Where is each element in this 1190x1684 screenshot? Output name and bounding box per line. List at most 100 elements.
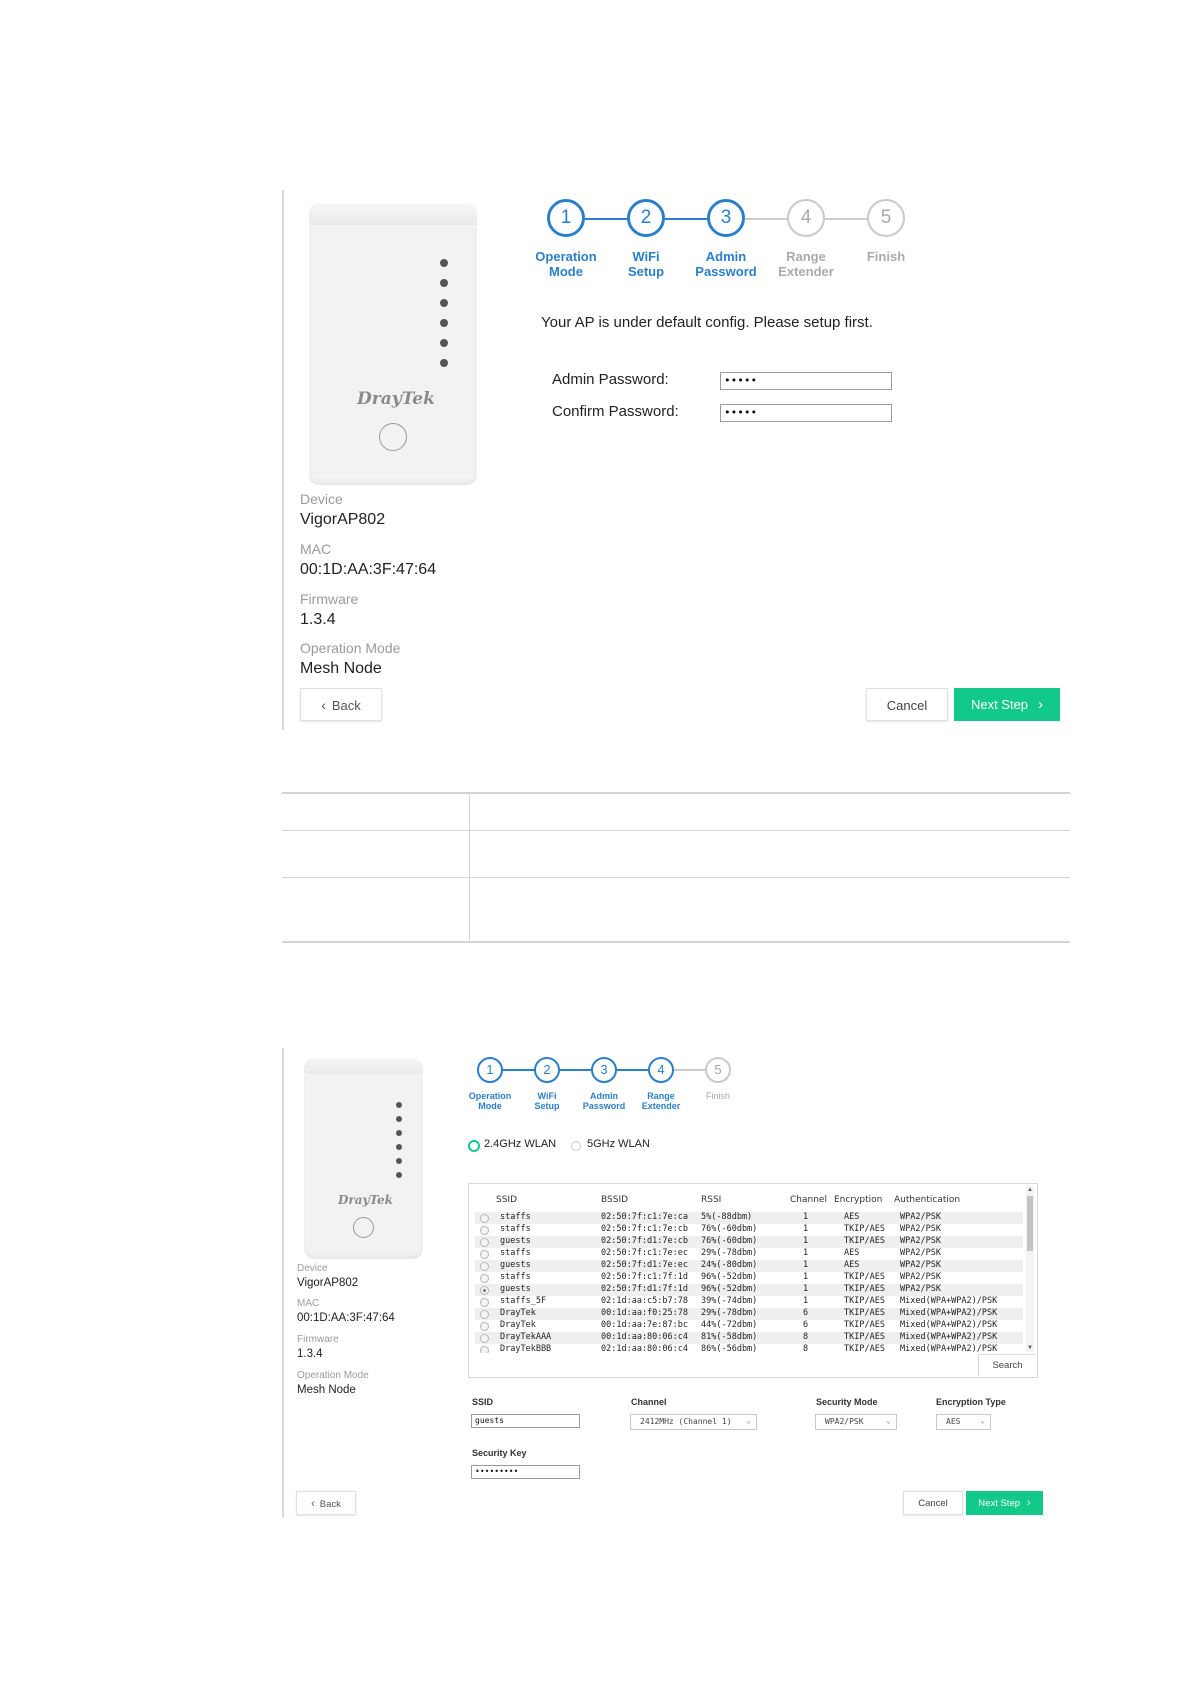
row-authentication: WPA2/PSK (900, 1284, 941, 1294)
row-rssi: 76%(-60dbm) (701, 1236, 758, 1246)
row-authentication: WPA2/PSK (900, 1236, 941, 1246)
row-authentication: Mixed(WPA+WPA2)/PSK (900, 1344, 998, 1353)
step-3-circle: 3 (591, 1057, 617, 1083)
device-image: DrayTek (304, 1058, 423, 1259)
row-encryption: TKIP/AES (844, 1272, 885, 1282)
row-ssid: staffs (500, 1248, 531, 1258)
device-label: Device (297, 1263, 328, 1274)
row-radio[interactable] (480, 1250, 489, 1259)
table-row[interactable]: guests 02:50:7f:d1:7e:cb 76%(-60dbm) 1 TKIP/… (475, 1236, 1023, 1248)
back-button[interactable]: ‹ Back (296, 1491, 356, 1515)
row-radio[interactable] (480, 1238, 489, 1247)
step-label-line: Finish (705, 1091, 730, 1101)
scroll-up-icon[interactable]: ▲ (1026, 1186, 1034, 1194)
table-row[interactable]: guests 02:50:7f:d1:7f:1d 96%(-52dbm) 1 TKIP/… (475, 1284, 1023, 1296)
row-radio[interactable] (480, 1346, 489, 1353)
cancel-button[interactable]: Cancel (866, 688, 948, 721)
row-radio[interactable] (480, 1334, 489, 1343)
step-label-line: Mode (478, 1101, 502, 1112)
row-encryption: TKIP/AES (844, 1320, 885, 1330)
step-label-line: Password (582, 1101, 626, 1112)
firmware-label: Firmware (297, 1334, 339, 1345)
row-authentication: Mixed(WPA+WPA2)/PSK (900, 1320, 998, 1330)
row-bssid: 02:50:7f:c1:7e:ca (601, 1212, 688, 1222)
table-row[interactable]: staffs 02:50:7f:c1:7f:1d 96%(-52dbm) 1 TKIP/… (475, 1272, 1023, 1284)
step-2-label: WiFi Setup (601, 249, 691, 280)
mac-value: 00:1D:AA:3F:47:64 (300, 561, 437, 578)
search-button[interactable]: Search (978, 1354, 1036, 1376)
led-dot (440, 299, 448, 307)
step-5-circle: 5 (867, 199, 905, 237)
row-encryption: TKIP/AES (844, 1344, 885, 1353)
draytek-logo: DrayTek (357, 389, 435, 409)
wps-button-icon (379, 423, 407, 451)
step-2-circle: 2 (627, 199, 665, 237)
operation-mode-label: Operation Mode (300, 640, 401, 656)
row-rssi: 96%(-52dbm) (701, 1284, 758, 1294)
row-radio[interactable] (480, 1274, 489, 1283)
row-bssid: 02:50:7f:c1:7e:cb (601, 1224, 688, 1234)
band-24ghz-radio[interactable] (468, 1140, 480, 1152)
row-radio[interactable] (480, 1310, 489, 1319)
scroll-thumb[interactable] (1027, 1196, 1033, 1251)
row-rssi: 96%(-52dbm) (701, 1272, 758, 1282)
next-step-button[interactable]: Next Step › (954, 688, 1060, 721)
chevron-left-icon: ‹ (321, 697, 326, 713)
row-radio[interactable] (480, 1286, 489, 1295)
confirm-password-field[interactable]: ••••• (720, 404, 892, 422)
table-row[interactable]: DrayTek 00:1d:aa:7e:87:bc 44%(-72dbm) 6 TKIP… (475, 1320, 1023, 1332)
row-authentication: Mixed(WPA+WPA2)/PSK (900, 1296, 998, 1306)
firmware-value: 1.3.4 (297, 1348, 323, 1360)
row-bssid: 02:1d:aa:80:06:c4 (601, 1344, 688, 1353)
step-label-line: Range (647, 1091, 675, 1101)
row-radio[interactable] (480, 1262, 489, 1271)
row-radio[interactable] (480, 1226, 489, 1235)
row-ssid: staffs (500, 1224, 531, 1234)
admin-password-field[interactable]: ••••• (720, 372, 892, 390)
encryption-type-select[interactable]: AES ⌄ (936, 1414, 991, 1430)
device-value: VigorAP802 (297, 1277, 359, 1289)
table-row[interactable]: staffs 02:50:7f:c1:7e:ec 29%(-78dbm) 1 AES WP… (475, 1248, 1023, 1260)
device-top (309, 203, 477, 225)
encryption-type-value: AES (946, 1417, 961, 1426)
table-row[interactable]: DrayTek 00:1d:aa:f0:25:78 29%(-78dbm) 6 TKIP… (475, 1308, 1023, 1320)
table-row[interactable]: guests 02:50:7f:d1:7e:ec 24%(-80dbm) 1 AES WP… (475, 1260, 1023, 1272)
table-row[interactable]: DrayTekBBB 02:1d:aa:80:06:c4 86%(-56dbm) 8 T… (475, 1344, 1023, 1353)
row-bssid: 02:50:7f:d1:7e:ec (601, 1260, 688, 1270)
row-radio[interactable] (480, 1322, 489, 1331)
table-bottom-rule (282, 941, 1070, 943)
table-row[interactable]: DrayTekAAA 00:1d:aa:80:06:c4 81%(-58dbm) 8 T… (475, 1332, 1023, 1344)
table-row[interactable]: staffs 02:50:7f:c1:7e:cb 76%(-60dbm) 1 TKIP/… (475, 1224, 1023, 1236)
led-dot (396, 1116, 402, 1122)
back-button[interactable]: ‹ Back (300, 688, 382, 721)
step-3-circle: 3 (707, 199, 745, 237)
security-mode-select[interactable]: WPA2/PSK ⌄ (815, 1414, 897, 1430)
list-scrollbar[interactable]: ▲ ▼ (1026, 1186, 1034, 1352)
step-1-circle: 1 (477, 1057, 503, 1083)
table-row[interactable]: staffs_5F 02:1d:aa:c5:b7:78 39%(-74dbm) 1 TK… (475, 1296, 1023, 1308)
security-key-field[interactable]: ••••••••• (471, 1465, 580, 1479)
step-1-circle: 1 (547, 199, 585, 237)
step-4-label: Range Extender (761, 249, 851, 280)
row-authentication: WPA2/PSK (900, 1260, 941, 1270)
draytek-logo: DrayTek (338, 1193, 393, 1207)
step-label-line: Admin (590, 1091, 618, 1101)
row-encryption: TKIP/AES (844, 1332, 885, 1342)
ssid-field[interactable]: guests (471, 1414, 580, 1428)
channel-select[interactable]: 2412MHz (Channel 1) ⌄ (630, 1414, 757, 1430)
row-channel: 1 (803, 1224, 809, 1234)
scroll-down-icon[interactable]: ▼ (1026, 1344, 1034, 1352)
row-radio[interactable] (480, 1298, 489, 1307)
table-column-divider (469, 794, 470, 941)
cancel-button[interactable]: Cancel (903, 1491, 963, 1515)
row-rssi: 86%(-56dbm) (701, 1344, 758, 1353)
step-connector (501, 1069, 535, 1071)
step-label-line: Password (695, 263, 757, 279)
row-bssid: 02:50:7f:d1:7f:1d (601, 1284, 688, 1294)
back-label: Back (331, 698, 361, 713)
band-5ghz-radio[interactable] (571, 1141, 581, 1151)
next-step-button[interactable]: Next Step › (966, 1491, 1043, 1515)
row-radio[interactable] (480, 1214, 489, 1223)
row-channel: 1 (803, 1296, 809, 1306)
table-row[interactable]: staffs 02:50:7f:c1:7e:ca 5%(-88dbm) 1 AES WPA… (475, 1212, 1023, 1224)
